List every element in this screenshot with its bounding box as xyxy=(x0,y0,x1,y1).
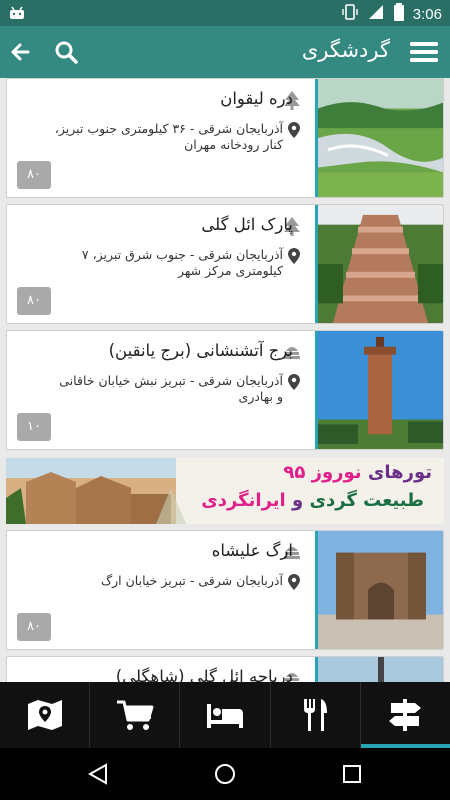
recents-icon[interactable] xyxy=(340,762,364,786)
vibrate-icon xyxy=(341,3,359,25)
app-bar: گردشگری xyxy=(0,26,450,78)
battery-icon xyxy=(393,3,405,25)
location-pin-icon xyxy=(288,248,300,264)
rating-badge: ۸۰ xyxy=(17,287,51,315)
place-name: ارگ علیشاه xyxy=(211,541,293,560)
banner-line2-highlight: ایرانگردی xyxy=(201,490,286,511)
rating-badge: ۸۰ xyxy=(17,161,51,189)
banner-line2-prefix: طبیعت گردی xyxy=(309,490,424,511)
place-photo-lake xyxy=(315,657,443,682)
back-icon[interactable] xyxy=(86,762,110,786)
home-icon[interactable] xyxy=(213,762,237,786)
place-card[interactable]: ارگ علیشاه آذربایجان شرقی - تبریز خیابان… xyxy=(6,530,444,650)
clock: 3:06 xyxy=(412,5,442,23)
search-icon[interactable] xyxy=(52,38,82,66)
place-card[interactable]: دریاچه ائل گلی (شاهگلی) xyxy=(6,656,444,682)
place-name: برج آتشنشانی (برج یانقین) xyxy=(108,341,293,360)
place-card[interactable]: دره لیقوان آذربایجان شرقی - ۳۶ کیلومتری … xyxy=(6,78,444,198)
system-navigation xyxy=(0,748,450,800)
place-card[interactable]: برج آتشنشانی (برج یانقین) آذربایجان شرقی… xyxy=(6,330,444,450)
location-pin-icon xyxy=(288,122,300,138)
place-photo-tower xyxy=(315,331,443,449)
place-address: آذربایجان شرقی - تبریز نبش خیابان خاقانی… xyxy=(59,373,283,404)
android-icon xyxy=(8,4,26,26)
location-pin-icon xyxy=(288,374,300,390)
back-arrow-icon[interactable] xyxy=(8,38,38,66)
location-pin-icon xyxy=(288,574,300,590)
place-address: آذربایجان شرقی - ۳۶ کیلومتری جنوب تبریز،… xyxy=(54,121,283,152)
place-address: آذربایجان شرقی - جنوب شرق تبریز، ۷ کیلوم… xyxy=(81,247,283,278)
place-address: آذربایجان شرقی - تبریز خیابان ارگ xyxy=(100,573,283,588)
menu-icon[interactable] xyxy=(408,37,440,67)
bed-icon[interactable] xyxy=(180,682,271,748)
rating-badge: ۱۰ xyxy=(17,413,51,441)
page-title: گردشگری xyxy=(301,38,390,62)
cart-icon[interactable] xyxy=(90,682,181,748)
map-icon[interactable] xyxy=(0,682,91,748)
restaurant-icon[interactable] xyxy=(271,682,361,748)
banner-line2-mid: و xyxy=(291,490,304,511)
place-name: دره لیقوان xyxy=(220,89,293,108)
rating-badge: ۸۰ xyxy=(17,613,51,641)
place-photo-citadel xyxy=(315,531,443,649)
banner-line1-prefix: تورهای xyxy=(367,462,432,483)
bottom-navigation xyxy=(0,682,450,748)
place-photo-river-valley xyxy=(315,79,443,197)
tour-ad-banner[interactable]: تورهای نوروز ۹۵ طبیعت گردی و ایرانگردی xyxy=(6,458,444,524)
places-list[interactable]: دره لیقوان آذربایجان شرقی - ۳۶ کیلومتری … xyxy=(0,78,450,682)
place-name: پارک ائل گلی xyxy=(201,215,293,234)
place-photo-park-stairs xyxy=(315,205,443,323)
place-card[interactable]: پارک ائل گلی آذربایجان شرقی - جنوب شرق ت… xyxy=(6,204,444,324)
signal-icon xyxy=(367,3,385,25)
place-name: دریاچه ائل گلی (شاهگلی) xyxy=(115,667,293,682)
signpost-icon[interactable] xyxy=(360,682,450,748)
banner-line1-highlight: نوروز ۹۵ xyxy=(283,462,362,483)
status-bar: 3:06 xyxy=(0,0,450,26)
